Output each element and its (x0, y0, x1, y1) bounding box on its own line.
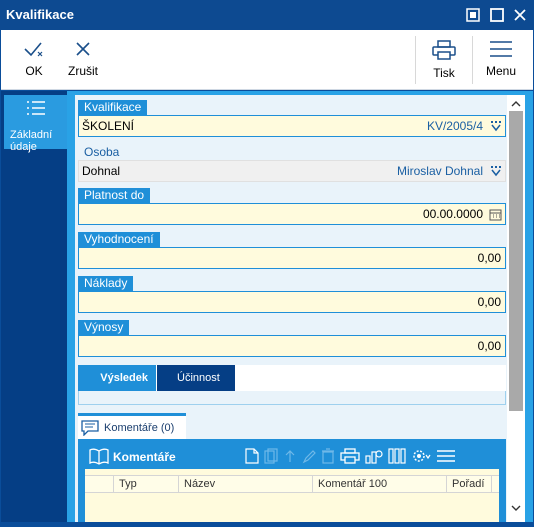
printer-icon[interactable] (340, 448, 360, 464)
column-komentar[interactable]: Komentář 100 (318, 478, 387, 490)
cancel-label: Zrušit (68, 64, 98, 78)
column-nazev[interactable]: Název (184, 478, 215, 490)
check-icon (24, 42, 43, 57)
column-divider (113, 476, 114, 493)
print-button[interactable]: Tisk (423, 30, 465, 90)
platnost-input[interactable]: 00.00.0000 (78, 203, 506, 225)
naklady-value: 0,00 (477, 295, 501, 309)
vynosy-input[interactable]: 0,00 (78, 335, 506, 357)
naklady-label: Náklady (78, 276, 134, 291)
platnost-label: Platnost do (78, 188, 151, 203)
grid-header: Typ Název Komentář 100 Pořadí (85, 475, 499, 493)
column-divider (446, 476, 447, 493)
new-document-icon[interactable] (245, 448, 259, 464)
tab-komentare[interactable]: Komentáře (0) (78, 413, 186, 439)
column-divider (178, 476, 179, 493)
hamburger-icon (490, 41, 512, 57)
ok-button[interactable]: OK (15, 30, 53, 90)
settings-icon[interactable] (411, 448, 431, 464)
osoba-value: Dohnal (82, 164, 121, 178)
ok-label: OK (25, 64, 43, 78)
column-divider (312, 476, 313, 493)
comment-icon (81, 420, 99, 436)
vyhodnoceni-label: Vyhodnocení (78, 232, 160, 247)
list-icon (27, 101, 45, 115)
sidebar-item-zakladni-udaje[interactable]: Základní údaje (4, 95, 67, 153)
dropdown-icon[interactable] (490, 120, 502, 132)
window: Kvalifikace OK Zrušit Tisk Menu Základní… (0, 0, 534, 527)
kvalifikace-label: Kvalifikace (78, 100, 148, 115)
komentare-tab-label: Komentáře (0) (104, 422, 175, 434)
delete-icon[interactable] (321, 448, 335, 464)
comments-toolbar: Komentáře (85, 445, 499, 469)
copy-icon[interactable] (264, 448, 278, 464)
osoba-fullname: Miroslav Dohnal (396, 164, 483, 178)
calendar-icon[interactable] (489, 208, 502, 221)
cancel-button[interactable]: Zrušit (63, 30, 103, 90)
naklady-input[interactable]: 0,00 (78, 291, 506, 313)
comments-actions (245, 448, 456, 464)
comments-grid: Typ Název Komentář 100 Pořadí (85, 469, 499, 522)
vyhodnoceni-value: 0,00 (477, 251, 501, 265)
sidebar-item-label: Základní údaje (10, 129, 53, 153)
edit-icon[interactable] (302, 448, 316, 464)
kvalifikace-code: KV/2005/4 (426, 119, 483, 133)
kvalifikace-value: ŠKOLENÍ (82, 119, 135, 133)
scroll-down-icon[interactable] (511, 503, 521, 513)
vertical-scrollbar[interactable] (507, 95, 525, 522)
main-content: Kvalifikace ŠKOLENÍ KV/2005/4 Osoba Dohn… (67, 91, 533, 522)
tab-content (78, 391, 506, 405)
menu-button[interactable]: Menu (479, 30, 523, 90)
osoba-input[interactable]: Dohnal Miroslav Dohnal (78, 160, 506, 182)
printer-icon (432, 40, 456, 60)
comments-panel: Komentáře Typ Název Komentář 100 Pořadí (78, 439, 506, 522)
dropdown-icon[interactable] (490, 165, 502, 177)
platnost-value: 00.00.0000 (422, 207, 483, 221)
tab-strip: Výsledek Účinnost (78, 365, 506, 391)
close-icon[interactable] (511, 6, 529, 24)
toolbar-separator (415, 36, 416, 84)
tab-ucinnost[interactable]: Účinnost (157, 365, 235, 391)
chart-icon[interactable] (365, 448, 383, 464)
column-poradi[interactable]: Pořadí (452, 478, 484, 490)
kvalifikace-input[interactable]: ŠKOLENÍ KV/2005/4 (78, 115, 506, 137)
comments-title: Komentáře (113, 450, 176, 464)
menu-label: Menu (485, 64, 517, 78)
vyhodnoceni-input[interactable]: 0,00 (78, 247, 506, 269)
restore-icon[interactable] (464, 6, 482, 24)
maximize-icon[interactable] (488, 6, 506, 24)
toolbar-separator (472, 36, 473, 84)
book-icon (89, 448, 109, 465)
tab-vysledek[interactable]: Výsledek (78, 365, 156, 391)
sidebar: Základní údaje (1, 91, 67, 522)
upload-icon[interactable] (283, 448, 297, 464)
print-label: Tisk (433, 66, 455, 80)
vynosy-value: 0,00 (477, 339, 501, 353)
osoba-label: Osoba (84, 145, 120, 159)
toolbar: OK Zrušit Tisk Menu (1, 30, 533, 90)
vynosy-label: Výnosy (78, 320, 130, 335)
window-title: Kvalifikace (6, 7, 74, 22)
scrollbar-thumb[interactable] (509, 111, 523, 411)
column-divider (491, 476, 492, 493)
columns-icon[interactable] (388, 448, 406, 464)
scroll-up-icon[interactable] (511, 99, 521, 109)
title-bar: Kvalifikace (0, 0, 534, 30)
column-typ[interactable]: Typ (119, 478, 137, 490)
form-panel: Kvalifikace ŠKOLENÍ KV/2005/4 Osoba Dohn… (75, 95, 507, 522)
hamburger-icon[interactable] (436, 448, 456, 464)
cross-icon (76, 42, 90, 56)
